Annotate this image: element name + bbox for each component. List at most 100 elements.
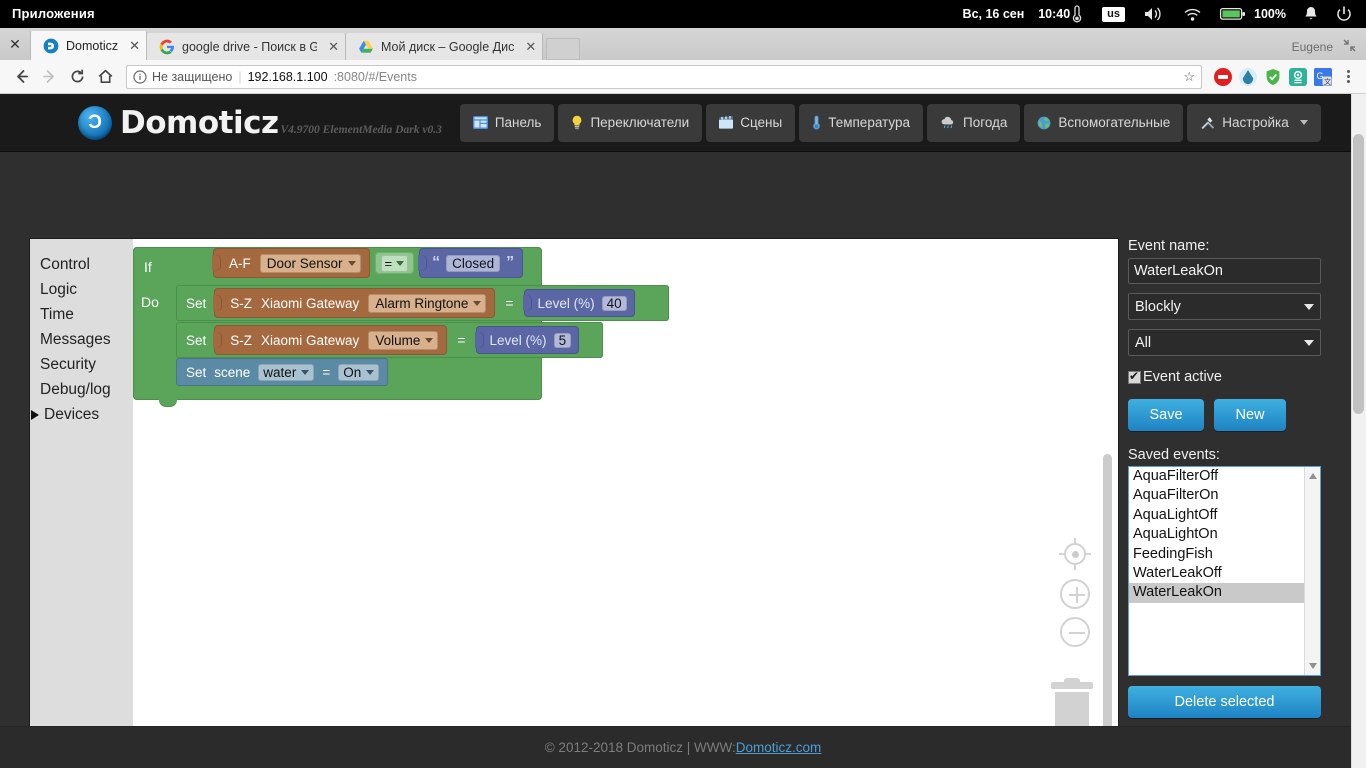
block-operator[interactable]: = <box>374 252 415 274</box>
level-value-field[interactable]: 5 <box>553 332 572 348</box>
system-clock[interactable]: Вс, 16 сен 10:40 <box>963 7 1071 21</box>
list-item[interactable]: AquaLightOn <box>1129 525 1320 544</box>
nav-item-switches[interactable]: Переключатели <box>558 103 703 142</box>
minimize-window-icon[interactable] <box>1343 39 1356 55</box>
site-security-indicator[interactable]: Не защищено <box>133 70 232 84</box>
delete-selected-button[interactable]: Delete selected <box>1128 686 1321 718</box>
toolbox-item-time[interactable]: Time <box>30 302 133 327</box>
domoticz-website-link[interactable]: Domoticz.com <box>736 740 822 755</box>
device-name-label: Xiaomi Gateway <box>261 295 360 311</box>
toolbox-item-debuglog[interactable]: Debug/log <box>30 377 133 402</box>
star-icon[interactable]: ☆ <box>1183 69 1195 85</box>
toolbox-item-messages[interactable]: Messages <box>30 327 133 352</box>
block-condition-row[interactable]: A-F Door Sensor = “ Closed ” <box>212 248 524 278</box>
scope-filter-select[interactable]: All <box>1128 329 1321 356</box>
new-button[interactable]: New <box>1214 399 1286 431</box>
block-level-value[interactable]: Level (%) 40 <box>522 289 635 317</box>
domoticz-logo[interactable]: Ɔ Domoticz V4.9700 ElementMedia Dark v0.… <box>0 105 442 141</box>
nav-item-utilities[interactable]: Вспомогательные <box>1024 103 1184 142</box>
toolbox-item-security[interactable]: Security <box>30 352 133 377</box>
block-device-selector[interactable]: S-Z Xiaomi Gateway Volume <box>213 325 448 355</box>
event-active-row[interactable]: Event active <box>1128 369 1325 385</box>
block-device-selector[interactable]: S-Z Xiaomi Gateway Alarm Ringtone <box>213 288 496 318</box>
wifi-icon[interactable] <box>1183 7 1202 22</box>
page-scrollbar[interactable] <box>1351 94 1366 768</box>
workspace-vscrollbar-thumb[interactable] <box>1103 454 1112 749</box>
window-close-left-icon[interactable]: ✕ <box>0 28 30 60</box>
list-item[interactable]: FeedingFish <box>1129 545 1320 564</box>
page-scrollbar-thumb[interactable] <box>1353 134 1364 414</box>
saved-events-scrollbar[interactable] <box>1304 467 1320 675</box>
device-field-dropdown[interactable]: Volume <box>368 330 439 350</box>
string-value-field[interactable]: Closed <box>446 254 501 272</box>
trash-icon[interactable] <box>1051 678 1093 730</box>
toolbox-item-control[interactable]: Control <box>30 252 133 277</box>
kebab-menu-icon[interactable] <box>1338 70 1358 83</box>
blockly-workspace[interactable]: If Do A-F Door Sensor = “ Closed ” Set S… <box>133 239 1118 768</box>
browser-tab-google-search[interactable]: google drive - Поиск в G ✕ <box>146 33 346 60</box>
home-icon[interactable] <box>92 64 118 90</box>
toolbox-item-logic[interactable]: Logic <box>30 277 133 302</box>
block-string-value[interactable]: “ Closed ” <box>418 248 524 278</box>
nav-item-scenes[interactable]: Сцены <box>706 103 796 142</box>
forward-arrow-icon[interactable] <box>36 64 62 90</box>
zoom-out-icon[interactable] <box>1060 617 1090 647</box>
droplet-extension-icon[interactable] <box>1239 67 1257 86</box>
applications-menu[interactable]: Приложения <box>0 0 107 28</box>
tab-close-icon[interactable]: ✕ <box>129 38 140 54</box>
list-item[interactable]: WaterLeakOff <box>1129 564 1320 583</box>
block-set-statement[interactable]: Set S-Z Xiaomi Gateway Alarm Ringtone = … <box>176 285 669 321</box>
copyright-text: © 2012-2018 Domoticz | WWW: <box>544 740 736 755</box>
block-set-statement[interactable]: Set S-Z Xiaomi Gateway Volume = Level (%… <box>176 322 603 358</box>
saved-events-list[interactable]: AquaFilterOff AquaFilterOn AquaLightOff … <box>1128 466 1321 676</box>
event-name-input[interactable] <box>1128 258 1321 284</box>
battery-icon[interactable] <box>1220 7 1246 21</box>
power-icon[interactable] <box>1336 6 1352 23</box>
scene-state-dropdown[interactable]: On <box>338 363 380 381</box>
nav-item-weather[interactable]: Погода <box>926 103 1021 142</box>
quote-close-glyph: ” <box>506 254 515 271</box>
block-device-selector[interactable]: A-F Door Sensor <box>212 248 370 278</box>
privacy-extension-icon[interactable] <box>1289 67 1307 86</box>
thermometer-icon[interactable] <box>1070 5 1084 23</box>
browser-tab-google-drive[interactable]: Мой диск – Google Дис ✕ <box>345 33 544 60</box>
center-target-icon[interactable] <box>1059 538 1091 570</box>
address-bar[interactable]: Не защищено | 192.168.1.100:8080/#/Event… <box>126 64 1202 89</box>
zoom-in-icon[interactable] <box>1060 579 1090 609</box>
shield-extension-icon[interactable] <box>1264 68 1282 86</box>
bell-icon[interactable] <box>1304 6 1318 23</box>
block-level-value[interactable]: Level (%) 5 <box>474 326 580 354</box>
device-name-dropdown[interactable]: Door Sensor <box>259 253 361 273</box>
profile-name-label[interactable]: Eugene <box>1292 40 1333 54</box>
volume-icon[interactable] <box>1143 6 1165 22</box>
list-item[interactable]: AquaFilterOn <box>1129 486 1320 505</box>
scroll-down-arrow-icon[interactable] <box>1309 663 1317 669</box>
event-active-checkbox[interactable] <box>1128 369 1141 384</box>
list-item-selected[interactable]: WaterLeakOn <box>1129 583 1320 603</box>
operator-dropdown[interactable]: = <box>380 254 409 272</box>
new-tab-button[interactable] <box>546 38 581 60</box>
nav-item-temperature[interactable]: Температура <box>799 103 923 142</box>
block-bottom-notch <box>159 399 177 406</box>
list-item[interactable]: AquaLightOff <box>1129 506 1320 525</box>
google-translate-extension-icon[interactable]: G文 <box>1314 67 1332 86</box>
keyboard-layout-indicator[interactable]: us <box>1102 6 1126 22</box>
save-button[interactable]: Save <box>1128 399 1204 431</box>
nav-item-setup[interactable]: Настройка <box>1187 103 1321 142</box>
block-set-scene[interactable]: Set scene water = On <box>176 358 389 386</box>
level-value-field[interactable]: 40 <box>601 295 627 311</box>
list-item[interactable]: AquaFilterOff <box>1129 467 1320 486</box>
editor-type-select[interactable]: Blockly <box>1128 293 1321 320</box>
back-arrow-icon[interactable] <box>8 64 34 90</box>
nav-item-dashboard[interactable]: Панель <box>459 103 555 142</box>
browser-tab-domoticz[interactable]: Domoticz ✕ <box>30 31 147 60</box>
adblock-extension-icon[interactable] <box>1214 67 1232 86</box>
device-field-dropdown[interactable]: Alarm Ringtone <box>368 293 487 313</box>
tab-close-icon[interactable]: ✕ <box>525 39 536 55</box>
scroll-up-arrow-icon[interactable] <box>1309 473 1317 479</box>
tab-close-icon[interactable]: ✕ <box>328 39 339 55</box>
reload-icon[interactable] <box>64 64 90 90</box>
toolbox-item-label: Logic <box>40 280 78 298</box>
toolbox-item-devices[interactable]: Devices <box>30 402 133 427</box>
scene-name-dropdown[interactable]: water <box>258 363 315 381</box>
